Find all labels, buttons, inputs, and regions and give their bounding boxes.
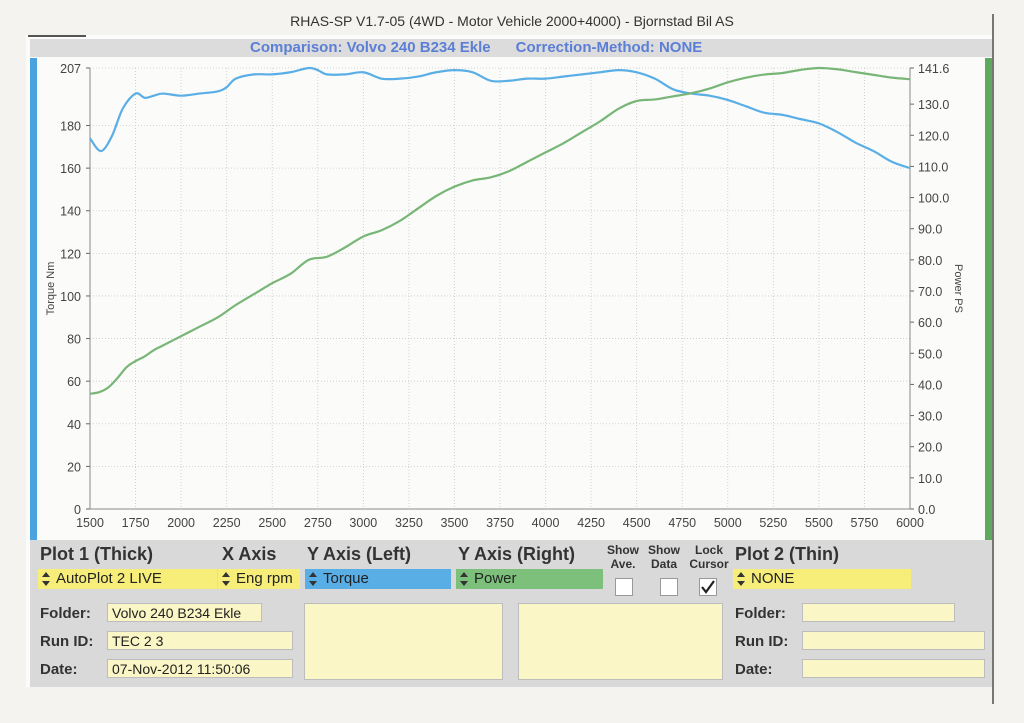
x-tick-label: 4250 <box>577 516 605 530</box>
x-tick-label: 4750 <box>668 516 696 530</box>
left-runid-field[interactable]: TEC 2 3 <box>107 631 293 650</box>
updown-arrows-icon <box>42 572 50 586</box>
show-data-checkbox[interactable] <box>660 578 678 596</box>
plot2-title: Plot 2 (Thin) <box>735 544 839 564</box>
plot2-select[interactable]: NONE <box>733 569 911 589</box>
x-axis-value: Eng rpm <box>236 570 293 587</box>
left-date-label: Date: <box>40 661 78 678</box>
x-tick-label: 2250 <box>213 516 241 530</box>
y-tick-label: 100 <box>60 290 81 304</box>
y2-tick-label: 50.0 <box>918 347 942 361</box>
control-panel: Plot 1 (Thick) X Axis Y Axis (Left) Y Ax… <box>30 540 992 687</box>
show-ave-checkbox[interactable] <box>615 578 633 596</box>
y-tick-label: 207 <box>60 62 81 76</box>
y2-tick-label: 141.6 <box>918 62 949 76</box>
x-axis-title: X Axis <box>222 544 277 564</box>
show-data-label: Show Data <box>648 543 680 571</box>
checkmark-icon <box>701 580 715 594</box>
x-tick-label: 6000 <box>896 516 924 530</box>
left-folder-field[interactable]: Volvo 240 B234 Ekle <box>107 603 262 622</box>
dyno-chart[interactable]: 1500 1750 2000 2250 2500 2750 3000 3250 3500 3750… <box>0 0 1024 545</box>
y-right-value: Power <box>474 570 517 587</box>
y2-tick-label: 110.0 <box>918 160 948 174</box>
plot2-value: NONE <box>751 570 795 587</box>
updown-arrows-icon <box>309 572 317 586</box>
x-tick-label: 1500 <box>76 516 104 530</box>
x-tick-label: 3750 <box>486 516 514 530</box>
left-runid-label: Run ID: <box>40 633 94 650</box>
lock-cursor-checkbox[interactable] <box>699 578 717 596</box>
updown-arrows-icon <box>222 572 230 586</box>
x-tick-label: 3500 <box>441 516 469 530</box>
y2-tick-label: 0.0 <box>918 503 935 517</box>
right-date-label: Date: <box>735 661 773 678</box>
left-folder-label: Folder: <box>40 605 91 622</box>
right-folder-field[interactable] <box>802 603 955 622</box>
x-tick-label: 5750 <box>851 516 879 530</box>
right-runid-label: Run ID: <box>735 633 789 650</box>
left-date-field[interactable]: 07-Nov-2012 11:50:06 <box>107 659 293 678</box>
x-tick-label: 2500 <box>258 516 286 530</box>
y-tick-label: 80 <box>67 333 81 347</box>
x-tick-label: 3250 <box>395 516 423 530</box>
y-axis-title: Torque Nm <box>45 262 57 316</box>
y2-tick-label: 30.0 <box>918 410 942 424</box>
show-ave-label: Show Ave. <box>607 543 639 571</box>
x-tick-label: 4000 <box>532 516 560 530</box>
y2-tick-label: 70.0 <box>918 285 942 299</box>
y2-tick-label: 20.0 <box>918 441 942 455</box>
x-tick-label: 2750 <box>304 516 332 530</box>
updown-arrows-icon <box>737 572 745 586</box>
y-tick-label: 180 <box>60 120 81 134</box>
updown-arrows-icon <box>460 572 468 586</box>
y-tick-label: 60 <box>67 375 81 389</box>
notes-box-left[interactable] <box>304 603 503 680</box>
right-runid-field[interactable] <box>802 631 985 650</box>
x-tick-label: 5500 <box>805 516 833 530</box>
y-tick-label: 20 <box>67 460 81 474</box>
plot1-title: Plot 1 (Thick) <box>40 544 154 564</box>
y2-tick-label: 10.0 <box>918 472 942 486</box>
right-date-field[interactable] <box>802 659 985 678</box>
x-tick-label: 1750 <box>122 516 150 530</box>
y-axis-left-title: Y Axis (Left) <box>307 544 412 564</box>
x-axis-select[interactable]: Eng rpm <box>218 569 300 589</box>
notes-box-right[interactable] <box>518 603 723 680</box>
x-tick-label: 5250 <box>759 516 787 530</box>
y-left-value: Torque <box>323 570 369 587</box>
x-tick-label: 3000 <box>349 516 377 530</box>
y-axis-right-title: Y Axis (Right) <box>458 544 576 564</box>
y2-tick-label: 80.0 <box>918 254 942 268</box>
x-tick-label: 4500 <box>623 516 651 530</box>
y2-axis-title: Power PS <box>952 264 964 313</box>
plot1-select[interactable]: AutoPlot 2 LIVE <box>38 569 217 589</box>
x-tick-label: 2000 <box>167 516 195 530</box>
y2-tick-label: 90.0 <box>918 223 942 237</box>
x-tick-label: 5000 <box>714 516 742 530</box>
y2-tick-label: 130.0 <box>918 98 949 112</box>
y-tick-label: 120 <box>60 247 81 261</box>
y-tick-label: 40 <box>67 418 81 432</box>
right-folder-label: Folder: <box>735 605 786 622</box>
y2-tick-label: 100.0 <box>918 192 949 206</box>
y-tick-label: 160 <box>60 162 81 176</box>
lock-cursor-label: Lock Cursor <box>689 543 729 571</box>
plot1-value: AutoPlot 2 LIVE <box>56 570 162 587</box>
y-left-select[interactable]: Torque <box>305 569 451 589</box>
y-right-select[interactable]: Power <box>456 569 603 589</box>
y-tick-label: 0 <box>74 503 81 517</box>
y2-tick-label: 40.0 <box>918 378 942 392</box>
y2-tick-label: 60.0 <box>918 316 942 330</box>
y2-tick-label: 120.0 <box>918 129 949 143</box>
y-tick-label: 140 <box>60 205 81 219</box>
